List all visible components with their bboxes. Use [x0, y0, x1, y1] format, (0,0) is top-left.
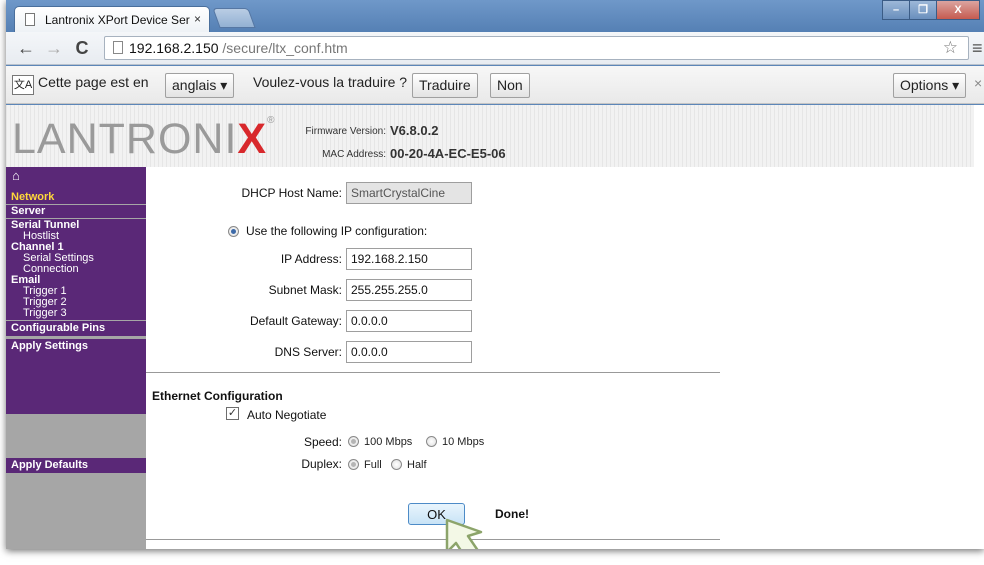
network-settings-form: DHCP Host Name: Use the following IP con… [146, 167, 984, 549]
chevron-down-icon: ▾ [952, 77, 960, 93]
home-icon[interactable]: ⌂ [12, 168, 20, 183]
mac-value: 00-20-4A-EC-E5-06 [390, 146, 506, 161]
language-dropdown[interactable]: anglais ▾ [165, 73, 235, 98]
page-header: LANTRONIX® Firmware Version: V6.8.0.2 MA… [6, 105, 974, 167]
sidebar-item-trigger-3[interactable]: Trigger 3 [6, 308, 146, 319]
auto-negotiate-checkbox[interactable]: ✓ [226, 407, 239, 420]
browser-toolbar: ← → C 192.168.2.150 /secure/ltx_conf.htm… [6, 32, 984, 65]
translate-prefix-text: Cette page est en [38, 74, 149, 90]
duplex-full-radio[interactable] [348, 459, 359, 470]
address-bar[interactable]: 192.168.2.150 /secure/ltx_conf.htm ☆ [104, 36, 969, 60]
ip-address-label: IP Address: [280, 252, 342, 266]
logo-registered: ® [267, 115, 276, 126]
sidebar: ⌂ Network Server Serial Tunnel Hostlist … [6, 167, 146, 549]
chevron-down-icon: ▾ [220, 77, 228, 93]
sidebar-item-configurable-pins[interactable]: Configurable Pins [6, 322, 146, 334]
infobar-close-icon[interactable]: × [974, 75, 984, 91]
url-path: /secure/ltx_conf.htm [222, 40, 348, 56]
browser-tab[interactable]: Lantronix XPort Device Ser × [14, 6, 210, 32]
firmware-label: Firmware Version: [305, 126, 386, 137]
reload-icon[interactable]: C [72, 38, 92, 59]
mac-label: MAC Address: [322, 149, 386, 160]
translate-question-text: Voulez-vous la traduire ? [253, 74, 408, 90]
options-dropdown[interactable]: Options ▾ [893, 73, 967, 98]
sidebar-item-server[interactable]: Server [6, 206, 146, 217]
sidebar-item-apply-defaults[interactable]: Apply Defaults [6, 460, 146, 471]
dns-server-input[interactable] [346, 341, 472, 363]
pointer-arrow-icon [445, 518, 483, 549]
language-value: anglais [172, 77, 217, 93]
firmware-value: V6.8.0.2 [390, 123, 439, 138]
speed-label: Speed: [303, 435, 342, 449]
sidebar-menu: Network Server Serial Tunnel Hostlist Ch… [6, 190, 146, 414]
sidebar-home[interactable]: ⌂ [6, 167, 146, 190]
url-text: 192.168.2.150 /secure/ltx_conf.htm [129, 40, 348, 56]
translate-infobar: 文A Cette page est en anglais ▾ Voulez-vo… [6, 66, 984, 104]
sidebar-item-apply-settings[interactable]: Apply Settings [6, 341, 146, 352]
maximize-icon[interactable]: ❐ [909, 0, 937, 20]
no-translate-button[interactable]: Non [490, 73, 530, 98]
minimize-icon[interactable]: – [882, 0, 910, 20]
duplex-half-radio[interactable] [391, 459, 402, 470]
page-viewport: LANTRONIX® Firmware Version: V6.8.0.2 MA… [6, 105, 984, 549]
url-host: 192.168.2.150 [129, 40, 219, 56]
page-icon [113, 41, 123, 54]
window-controls: – ❐ X [882, 0, 980, 20]
auto-negotiate-label: Auto Negotiate [247, 408, 327, 422]
use-ip-config-label: Use the following IP configuration: [246, 224, 428, 238]
forward-arrow-icon[interactable]: → [44, 38, 64, 59]
sidebar-defaults: Apply Defaults [6, 458, 146, 473]
default-gateway-label: Default Gateway: [249, 314, 342, 328]
ip-address-input[interactable] [346, 248, 472, 270]
speed-10-label: 10 Mbps [442, 436, 485, 448]
translate-icon: 文A [12, 75, 34, 95]
options-label: Options [900, 77, 949, 93]
duplex-half-label: Half [407, 459, 427, 471]
browser-window: Lantronix XPort Device Ser × – ❐ X ← → C… [6, 0, 984, 549]
close-window-icon[interactable]: X [936, 0, 980, 20]
new-tab-button[interactable] [212, 8, 256, 28]
default-gateway-input[interactable] [346, 310, 472, 332]
page-icon [25, 13, 35, 26]
ethernet-config-title: Ethernet Configuration [152, 389, 283, 403]
sidebar-item-network[interactable]: Network [6, 192, 146, 203]
tab-close-icon[interactable]: × [194, 12, 201, 26]
duplex-label: Duplex: [301, 457, 342, 471]
duplex-full-label: Full [364, 459, 382, 471]
speed-10-radio[interactable] [426, 436, 437, 447]
dns-server-label: DNS Server: [274, 345, 342, 359]
tab-title: Lantronix XPort Device Ser [45, 13, 190, 27]
bookmark-star-icon[interactable]: ☆ [943, 38, 958, 58]
dhcp-host-label: DHCP Host Name: [241, 186, 342, 200]
title-bar: Lantronix XPort Device Ser × – ❐ X [6, 0, 984, 32]
speed-100-radio[interactable] [348, 436, 359, 447]
translate-button[interactable]: Traduire [412, 73, 478, 98]
section-divider [146, 372, 720, 373]
speed-100-label: 100 Mbps [364, 436, 413, 448]
menu-icon[interactable]: ≡ [972, 38, 984, 59]
subnet-mask-input[interactable] [346, 279, 472, 301]
bottom-divider [146, 539, 720, 540]
scrollbar[interactable] [974, 105, 984, 549]
subnet-mask-label: Subnet Mask: [268, 283, 342, 297]
back-arrow-icon[interactable]: ← [16, 38, 36, 59]
dhcp-host-input[interactable] [346, 182, 472, 204]
use-ip-config-radio[interactable] [228, 226, 239, 237]
logo-text: LANTRONI [12, 115, 238, 163]
